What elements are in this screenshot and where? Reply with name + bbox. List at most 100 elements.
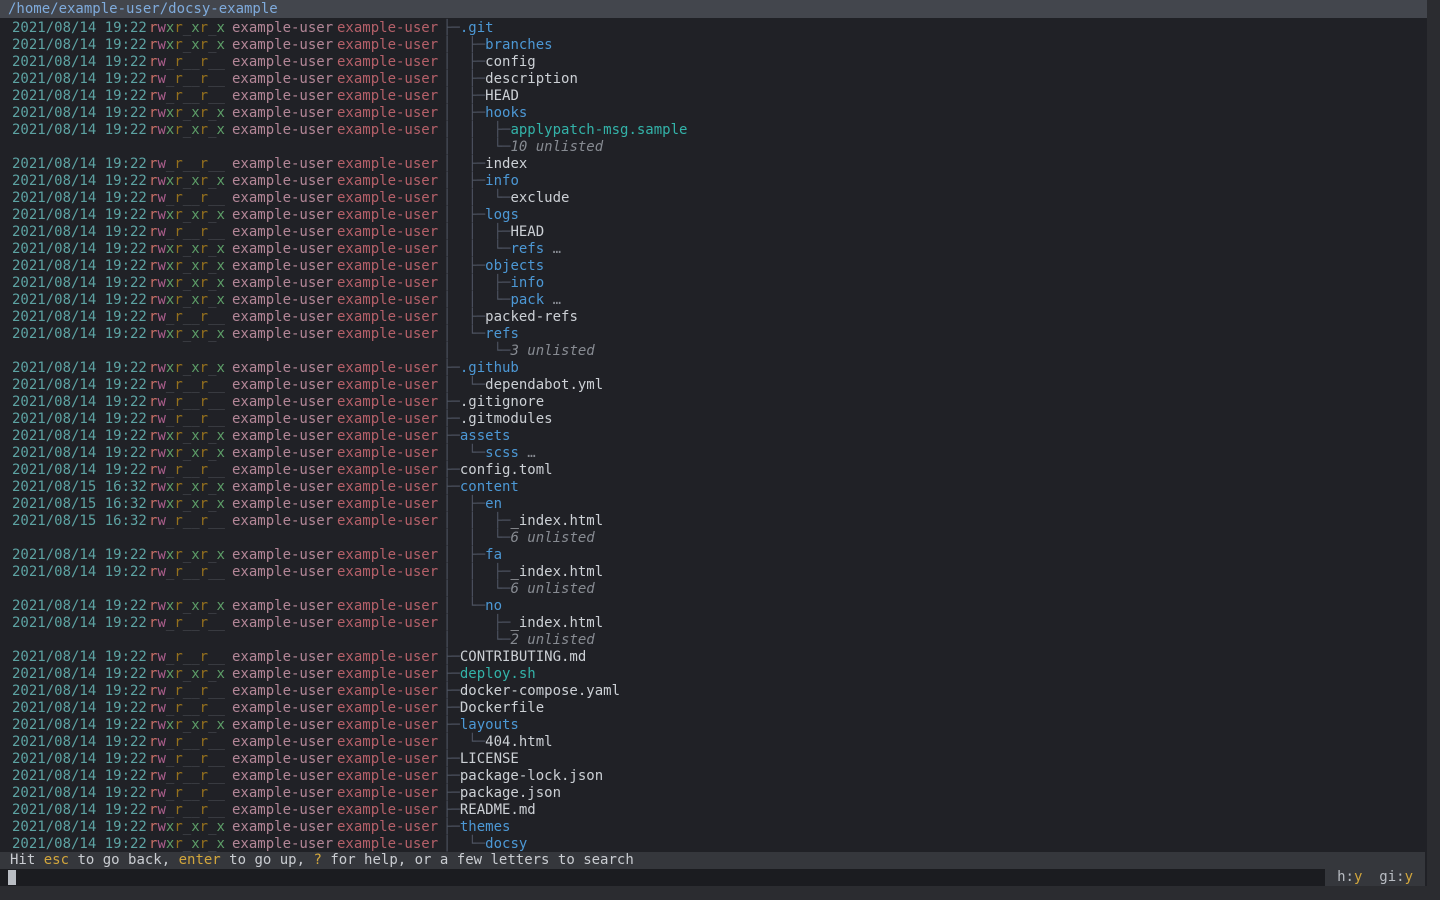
tree-row[interactable]: 2021/08/15 16:32rwxr_xr_xexample-userexa…	[0, 479, 1427, 496]
search-input[interactable]: h:y gi:y	[0, 869, 1425, 886]
tree-row[interactable]: 2021/08/14 19:22rw_r__r__example-userexa…	[0, 71, 1427, 88]
file-name[interactable]: _index.html	[510, 564, 603, 580]
tree-row[interactable]: │ └─3 unlisted	[0, 343, 1427, 360]
tree-row[interactable]: 2021/08/14 19:22rw_r__r__example-userexa…	[0, 309, 1427, 326]
tree-row[interactable]: │ │ └─10 unlisted	[0, 139, 1427, 156]
file-name[interactable]: en	[485, 496, 502, 512]
tree-row[interactable]: 2021/08/14 19:22rw_r__r__example-userexa…	[0, 785, 1427, 802]
tree-row[interactable]: 2021/08/14 19:22rw_r__r__example-userexa…	[0, 683, 1427, 700]
tree-row[interactable]: 2021/08/14 19:22rw_r__r__example-userexa…	[0, 54, 1427, 71]
tree-row[interactable]: 2021/08/14 19:22rw_r__r__example-userexa…	[0, 615, 1427, 632]
file-name[interactable]: _index.html	[510, 615, 603, 631]
tree-row[interactable]: 2021/08/14 19:22rwxr_xr_xexample-userexa…	[0, 122, 1427, 139]
file-name[interactable]: fa	[485, 547, 502, 563]
file-name[interactable]: HEAD	[485, 88, 519, 104]
file-name[interactable]: assets	[460, 428, 511, 444]
file-name[interactable]: branches	[485, 37, 552, 53]
tree-row[interactable]: 2021/08/14 19:22rw_r__r__example-userexa…	[0, 411, 1427, 428]
tree-row[interactable]: 2021/08/14 19:22rw_r__r__example-userexa…	[0, 377, 1427, 394]
tree-row[interactable]: 2021/08/14 19:22rwxr_xr_xexample-userexa…	[0, 819, 1427, 836]
unlisted-count[interactable]: 3 unlisted	[510, 343, 594, 359]
file-name[interactable]: info	[510, 275, 544, 291]
file-name[interactable]: config	[485, 54, 536, 70]
file-name[interactable]: config.toml	[460, 462, 553, 478]
file-name[interactable]: layouts	[460, 717, 519, 733]
file-name[interactable]: .gitmodules	[460, 411, 553, 427]
tree-row[interactable]: 2021/08/14 19:22rwxr_xr_xexample-userexa…	[0, 105, 1427, 122]
file-name[interactable]: hooks	[485, 105, 527, 121]
tree-row[interactable]: 2021/08/14 19:22rw_r__r__example-userexa…	[0, 224, 1427, 241]
tree-row[interactable]: 2021/08/14 19:22rwxr_xr_xexample-userexa…	[0, 547, 1427, 564]
file-name[interactable]: no	[485, 598, 502, 614]
file-name[interactable]: logs	[485, 207, 519, 223]
file-name[interactable]: deploy.sh	[460, 666, 536, 682]
file-name[interactable]: packed-refs	[485, 309, 578, 325]
tree-row[interactable]: 2021/08/14 19:22rwxr_xr_xexample-userexa…	[0, 258, 1427, 275]
tree-row[interactable]: │ └─2 unlisted	[0, 632, 1427, 649]
file-name[interactable]: exclude	[510, 190, 569, 206]
unlisted-count[interactable]: 10 unlisted	[510, 139, 603, 155]
tree-row[interactable]: 2021/08/14 19:22rwxr_xr_xexample-userexa…	[0, 173, 1427, 190]
file-name[interactable]: themes	[460, 819, 511, 835]
file-name[interactable]: .gitignore	[460, 394, 544, 410]
tree-row[interactable]: 2021/08/14 19:22rwxr_xr_xexample-userexa…	[0, 292, 1427, 309]
tree-row[interactable]: │ │ └─6 unlisted	[0, 581, 1427, 598]
file-name[interactable]: .github	[460, 360, 519, 376]
tree-row[interactable]: 2021/08/14 19:22rwxr_xr_xexample-userexa…	[0, 666, 1427, 683]
tree-row[interactable]: 2021/08/14 19:22rwxr_xr_xexample-userexa…	[0, 360, 1427, 377]
tree-row[interactable]: 2021/08/15 16:32rwxr_xr_xexample-userexa…	[0, 496, 1427, 513]
file-name[interactable]: refs	[510, 241, 544, 257]
file-name[interactable]: refs	[485, 326, 519, 342]
file-name[interactable]: applypatch-msg.sample	[510, 122, 687, 138]
tree-row[interactable]: 2021/08/14 19:22rwxr_xr_xexample-userexa…	[0, 598, 1427, 615]
file-name[interactable]: 404.html	[485, 734, 552, 750]
modified-date: 2021/08/14 19:22	[12, 717, 147, 734]
file-name[interactable]: LICENSE	[460, 751, 519, 767]
tree-row[interactable]: 2021/08/14 19:22rw_r__r__example-userexa…	[0, 190, 1427, 207]
tree-row[interactable]: 2021/08/14 19:22rwxr_xr_xexample-userexa…	[0, 326, 1427, 343]
file-name[interactable]: pack	[510, 292, 544, 308]
file-name[interactable]: CONTRIBUTING.md	[460, 649, 586, 665]
file-name[interactable]: scss	[485, 445, 519, 461]
tree-row[interactable]: 2021/08/14 19:22rwxr_xr_xexample-userexa…	[0, 275, 1427, 292]
file-name[interactable]: docker-compose.yaml	[460, 683, 620, 699]
file-name[interactable]: package.json	[460, 785, 561, 801]
tree-row[interactable]: 2021/08/14 19:22rw_r__r__example-userexa…	[0, 88, 1427, 105]
file-name[interactable]: HEAD	[510, 224, 544, 240]
file-name[interactable]: .git	[460, 20, 494, 36]
tree-row[interactable]: 2021/08/14 19:22rwxr_xr_xexample-userexa…	[0, 241, 1427, 258]
file-name[interactable]: _index.html	[510, 513, 603, 529]
file-name[interactable]: package-lock.json	[460, 768, 603, 784]
tree-row[interactable]: 2021/08/14 19:22rwxr_xr_xexample-userexa…	[0, 37, 1427, 54]
file-name[interactable]: content	[460, 479, 519, 495]
file-name[interactable]: objects	[485, 258, 544, 274]
unlisted-count[interactable]: 6 unlisted	[510, 530, 594, 546]
tree-row[interactable]: 2021/08/14 19:22rw_r__r__example-userexa…	[0, 768, 1427, 785]
tree-row[interactable]: 2021/08/14 19:22rwxr_xr_xexample-userexa…	[0, 445, 1427, 462]
tree-row[interactable]: 2021/08/14 19:22rw_r__r__example-userexa…	[0, 700, 1427, 717]
tree-row[interactable]: 2021/08/14 19:22rw_r__r__example-userexa…	[0, 802, 1427, 819]
tree-row[interactable]: 2021/08/14 19:22rw_r__r__example-userexa…	[0, 751, 1427, 768]
file-name[interactable]: docsy	[485, 836, 527, 852]
tree-row[interactable]: 2021/08/14 19:22rw_r__r__example-userexa…	[0, 394, 1427, 411]
tree-row[interactable]: 2021/08/14 19:22rw_r__r__example-userexa…	[0, 156, 1427, 173]
tree-row[interactable]: 2021/08/14 19:22rw_r__r__example-userexa…	[0, 649, 1427, 666]
unlisted-count[interactable]: 6 unlisted	[510, 581, 594, 597]
tree-row[interactable]: │ │ └─6 unlisted	[0, 530, 1427, 547]
file-name[interactable]: info	[485, 173, 519, 189]
tree-row[interactable]: 2021/08/14 19:22rwxr_xr_xexample-userexa…	[0, 428, 1427, 445]
tree-row[interactable]: 2021/08/14 19:22rwxr_xr_xexample-userexa…	[0, 20, 1427, 37]
file-name[interactable]: description	[485, 71, 578, 87]
tree-row[interactable]: 2021/08/14 19:22rw_r__r__example-userexa…	[0, 462, 1427, 479]
tree-row[interactable]: 2021/08/14 19:22rw_r__r__example-userexa…	[0, 734, 1427, 751]
file-name[interactable]: index	[485, 156, 527, 172]
file-name[interactable]: dependabot.yml	[485, 377, 603, 393]
tree-row[interactable]: 2021/08/14 19:22rwxr_xr_xexample-userexa…	[0, 207, 1427, 224]
unlisted-count[interactable]: 2 unlisted	[510, 632, 594, 648]
file-name[interactable]: README.md	[460, 802, 536, 818]
tree-row[interactable]: 2021/08/14 19:22rwxr_xr_xexample-userexa…	[0, 836, 1427, 853]
tree-row[interactable]: 2021/08/14 19:22rw_r__r__example-userexa…	[0, 564, 1427, 581]
file-name[interactable]: Dockerfile	[460, 700, 544, 716]
tree-row[interactable]: 2021/08/15 16:32rw_r__r__example-userexa…	[0, 513, 1427, 530]
tree-row[interactable]: 2021/08/14 19:22rwxr_xr_xexample-userexa…	[0, 717, 1427, 734]
